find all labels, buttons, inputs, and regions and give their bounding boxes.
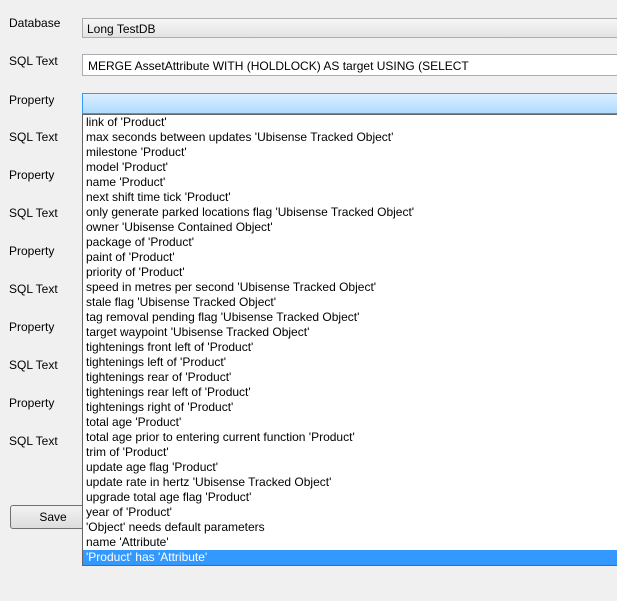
dropdown-option[interactable]: milestone 'Product'	[83, 145, 617, 160]
dropdown-option[interactable]: paint of 'Product'	[83, 250, 617, 265]
property-select-1[interactable]	[82, 93, 617, 114]
dropdown-option[interactable]: upgrade total age flag 'Product'	[83, 490, 617, 505]
sql-text-field-1[interactable]: MERGE AssetAttribute WITH (HOLDLOCK) AS …	[82, 54, 617, 76]
sql-text-label-1: SQL Text	[9, 54, 58, 68]
dropdown-option[interactable]: update rate in hertz 'Ubisense Tracked O…	[83, 475, 617, 490]
dropdown-option[interactable]: owner 'Ubisense Contained Object'	[83, 220, 617, 235]
sql-text-label-6: SQL Text	[9, 434, 58, 448]
dropdown-option[interactable]: total age prior to entering current func…	[83, 430, 617, 445]
dropdown-option[interactable]: priority of 'Product'	[83, 265, 617, 280]
sql-text-label-4: SQL Text	[9, 282, 58, 296]
dropdown-option[interactable]: 'Product' has 'Attribute'	[83, 550, 617, 565]
dropdown-option[interactable]: only generate parked locations flag 'Ubi…	[83, 205, 617, 220]
dropdown-option[interactable]: update age flag 'Product'	[83, 460, 617, 475]
database-select-value: Long TestDB	[87, 22, 156, 36]
property-dropdown-list[interactable]: link of 'Product' max seconds between upd…	[82, 114, 617, 566]
dropdown-option[interactable]: year of 'Product'	[83, 505, 617, 520]
property-label-4: Property	[9, 320, 55, 334]
dropdown-option[interactable]: tag removal pending flag 'Ubisense Track…	[83, 310, 617, 325]
sql-text-label-5: SQL Text	[9, 358, 58, 372]
dropdown-items: link of 'Product' max seconds between upd…	[83, 115, 617, 565]
dropdown-option[interactable]: 'Object' needs default parameters	[83, 520, 617, 535]
dropdown-option[interactable]: package of 'Product'	[83, 235, 617, 250]
database-label: Database	[9, 16, 61, 30]
property-label-3: Property	[9, 244, 55, 258]
dropdown-option[interactable]: name 'Attribute'	[83, 535, 617, 550]
dropdown-option[interactable]: model 'Product'	[83, 160, 617, 175]
sql-text-label-2: SQL Text	[9, 130, 58, 144]
dropdown-option[interactable]: trim of 'Product'	[83, 445, 617, 460]
property-label-2: Property	[9, 168, 55, 182]
dropdown-option[interactable]: total age 'Product'	[83, 415, 617, 430]
property-label-5: Property	[9, 396, 55, 410]
database-select[interactable]: Long TestDB	[82, 18, 617, 38]
dropdown-option[interactable]: name 'Product'	[83, 175, 617, 190]
dropdown-option[interactable]: tightenings front left of 'Product'	[83, 340, 617, 355]
dropdown-option[interactable]: tightenings rear of 'Product'	[83, 370, 617, 385]
dropdown-option[interactable]: link of 'Product'	[83, 115, 617, 130]
dropdown-option[interactable]: speed in metres per second 'Ubisense Tra…	[83, 280, 617, 295]
dropdown-option[interactable]: target waypoint 'Ubisense Tracked Object…	[83, 325, 617, 340]
dropdown-option[interactable]: next shift time tick 'Product'	[83, 190, 617, 205]
dropdown-option[interactable]: tightenings right of 'Product'	[83, 400, 617, 415]
dropdown-option[interactable]: stale flag 'Ubisense Tracked Object'	[83, 295, 617, 310]
dropdown-option[interactable]: tightenings rear left of 'Product'	[83, 385, 617, 400]
sql-text-label-3: SQL Text	[9, 206, 58, 220]
dropdown-option[interactable]: max seconds between updates 'Ubisense Tr…	[83, 130, 617, 145]
property-label-1: Property	[9, 93, 55, 107]
dropdown-option[interactable]: tightenings left of 'Product'	[83, 355, 617, 370]
